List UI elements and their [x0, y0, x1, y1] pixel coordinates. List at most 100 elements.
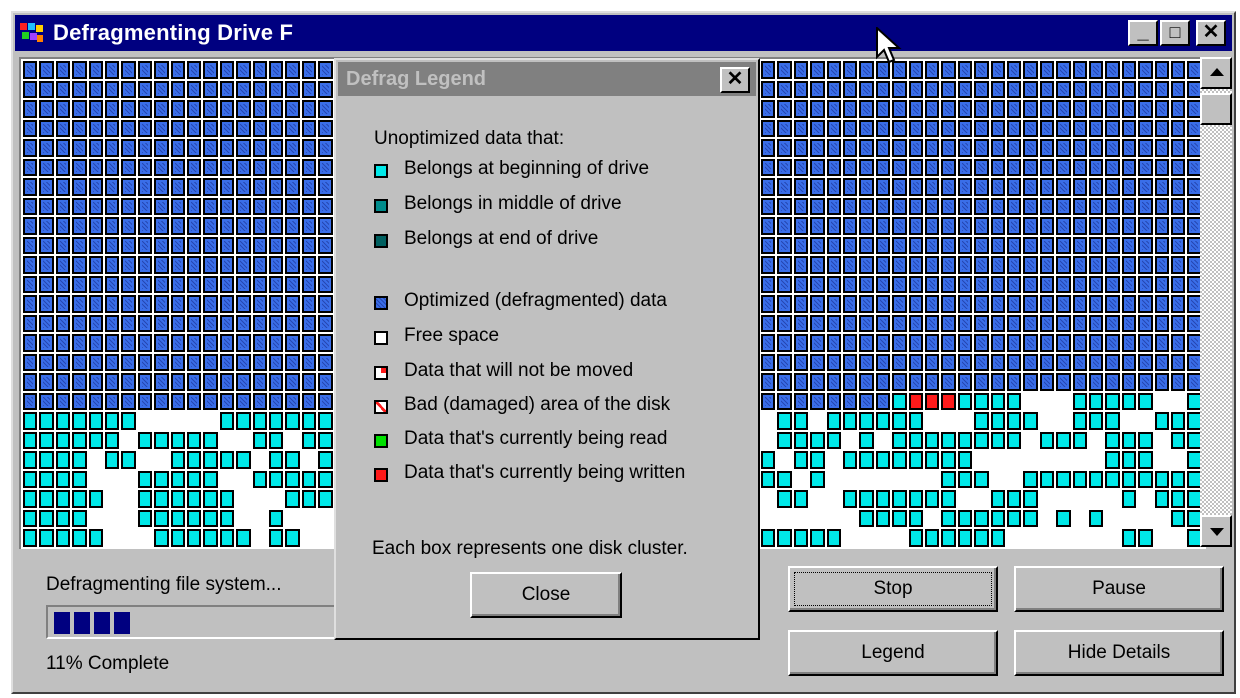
disk-cluster: [1007, 197, 1022, 215]
legend-dialog-titlebar[interactable]: Defrag Legend ✕: [338, 62, 756, 96]
disk-cluster: [55, 373, 71, 391]
disk-cluster: [121, 197, 136, 215]
disk-cluster: [1056, 256, 1071, 274]
disk-cluster: [121, 139, 136, 157]
disk-cluster: [1154, 217, 1169, 235]
disk-cluster: [318, 451, 333, 469]
disk-cluster: [318, 373, 333, 391]
disk-cluster: [892, 100, 907, 118]
disk-cluster: [154, 314, 169, 332]
title-bar[interactable]: Defragmenting Drive F _ □ ✕: [15, 15, 1232, 51]
disk-cluster: [1007, 275, 1022, 293]
disk-cluster: [1171, 178, 1186, 196]
disk-cluster: [826, 295, 841, 313]
disk-cluster: [1089, 236, 1104, 254]
disk-cluster: [974, 470, 989, 488]
disk-cluster: [826, 431, 841, 449]
disk-cluster: [88, 373, 103, 391]
hide-details-button[interactable]: Hide Details: [1014, 630, 1224, 676]
scroll-up-button[interactable]: [1200, 57, 1232, 89]
disk-cluster: [1072, 256, 1087, 274]
disk-cluster: [957, 353, 973, 371]
disk-cluster: [252, 119, 267, 137]
disk-cluster: [1154, 100, 1169, 118]
disk-cluster: [1039, 80, 1055, 98]
disk-cluster: [154, 334, 169, 352]
maximize-button[interactable]: □: [1160, 20, 1190, 46]
disk-cluster: [1072, 334, 1087, 352]
disk-cluster: [777, 256, 792, 274]
disk-cluster: [318, 197, 333, 215]
disk-cluster: [793, 178, 809, 196]
disk-cluster: [974, 158, 989, 176]
disk-cluster: [925, 217, 940, 235]
disk-cluster: [203, 119, 218, 137]
disk-cluster: [974, 80, 989, 98]
disk-cluster: [1138, 139, 1153, 157]
disk-cluster: [301, 490, 317, 508]
disk-cluster: [941, 490, 956, 508]
disk-cluster: [1171, 80, 1186, 98]
disk-cluster: [219, 451, 235, 469]
legend-button[interactable]: Legend: [788, 630, 998, 676]
scroll-thumb[interactable]: [1200, 93, 1232, 125]
disk-cluster: [203, 275, 218, 293]
disk-cluster: [187, 334, 202, 352]
disk-cluster: [777, 373, 792, 391]
scroll-down-button[interactable]: [1200, 515, 1232, 547]
stop-button[interactable]: Stop: [788, 566, 998, 612]
minimize-icon: _: [1137, 21, 1149, 43]
close-button[interactable]: ✕: [1196, 20, 1226, 46]
disk-cluster: [941, 295, 956, 313]
disk-cluster: [154, 470, 169, 488]
disk-cluster: [252, 470, 267, 488]
legend-close-x-button[interactable]: ✕: [720, 67, 750, 93]
disk-cluster: [318, 100, 333, 118]
disk-cluster: [974, 431, 989, 449]
disk-cluster: [1023, 295, 1038, 313]
disk-cluster: [1089, 509, 1104, 527]
disk-cluster: [269, 61, 284, 79]
disk-cluster: [318, 236, 333, 254]
minimize-button[interactable]: _: [1128, 20, 1158, 46]
disk-cluster: [793, 529, 809, 547]
disk-cluster: [154, 178, 169, 196]
pause-button[interactable]: Pause: [1014, 566, 1224, 612]
disk-cluster: [761, 119, 776, 137]
disk-cluster: [990, 353, 1005, 371]
disk-cluster: [219, 275, 235, 293]
disk-cluster: [908, 275, 923, 293]
disk-cluster: [1105, 236, 1120, 254]
disk-cluster: [1121, 529, 1137, 547]
disk-cluster: [957, 470, 973, 488]
disk-cluster: [925, 373, 940, 391]
disk-cluster: [1039, 197, 1055, 215]
disk-cluster: [269, 197, 284, 215]
disk-cluster: [1171, 236, 1186, 254]
disk-cluster: [941, 197, 956, 215]
disk-cluster: [187, 373, 202, 391]
disk-cluster: [55, 412, 71, 430]
disk-cluster: [39, 353, 54, 371]
disk-cluster: [859, 197, 874, 215]
disk-cluster: [72, 334, 87, 352]
disk-cluster: [859, 80, 874, 98]
disk-cluster: [1007, 100, 1022, 118]
disk-cluster: [892, 80, 907, 98]
disk-cluster: [187, 392, 202, 410]
disk-cluster: [957, 509, 973, 527]
disk-cluster: [826, 217, 841, 235]
disk-cluster: [826, 256, 841, 274]
disk-cluster: [1056, 197, 1071, 215]
disk-cluster: [105, 373, 120, 391]
disk-cluster: [859, 119, 874, 137]
disk-cluster: [957, 119, 973, 137]
legend-close-button[interactable]: Close: [470, 572, 622, 618]
disk-cluster: [957, 256, 973, 274]
disk-cluster: [285, 256, 300, 274]
disk-cluster: [925, 61, 940, 79]
disk-cluster: [1039, 100, 1055, 118]
disk-cluster: [39, 217, 54, 235]
vertical-scrollbar[interactable]: [1200, 57, 1232, 547]
disk-cluster: [990, 139, 1005, 157]
